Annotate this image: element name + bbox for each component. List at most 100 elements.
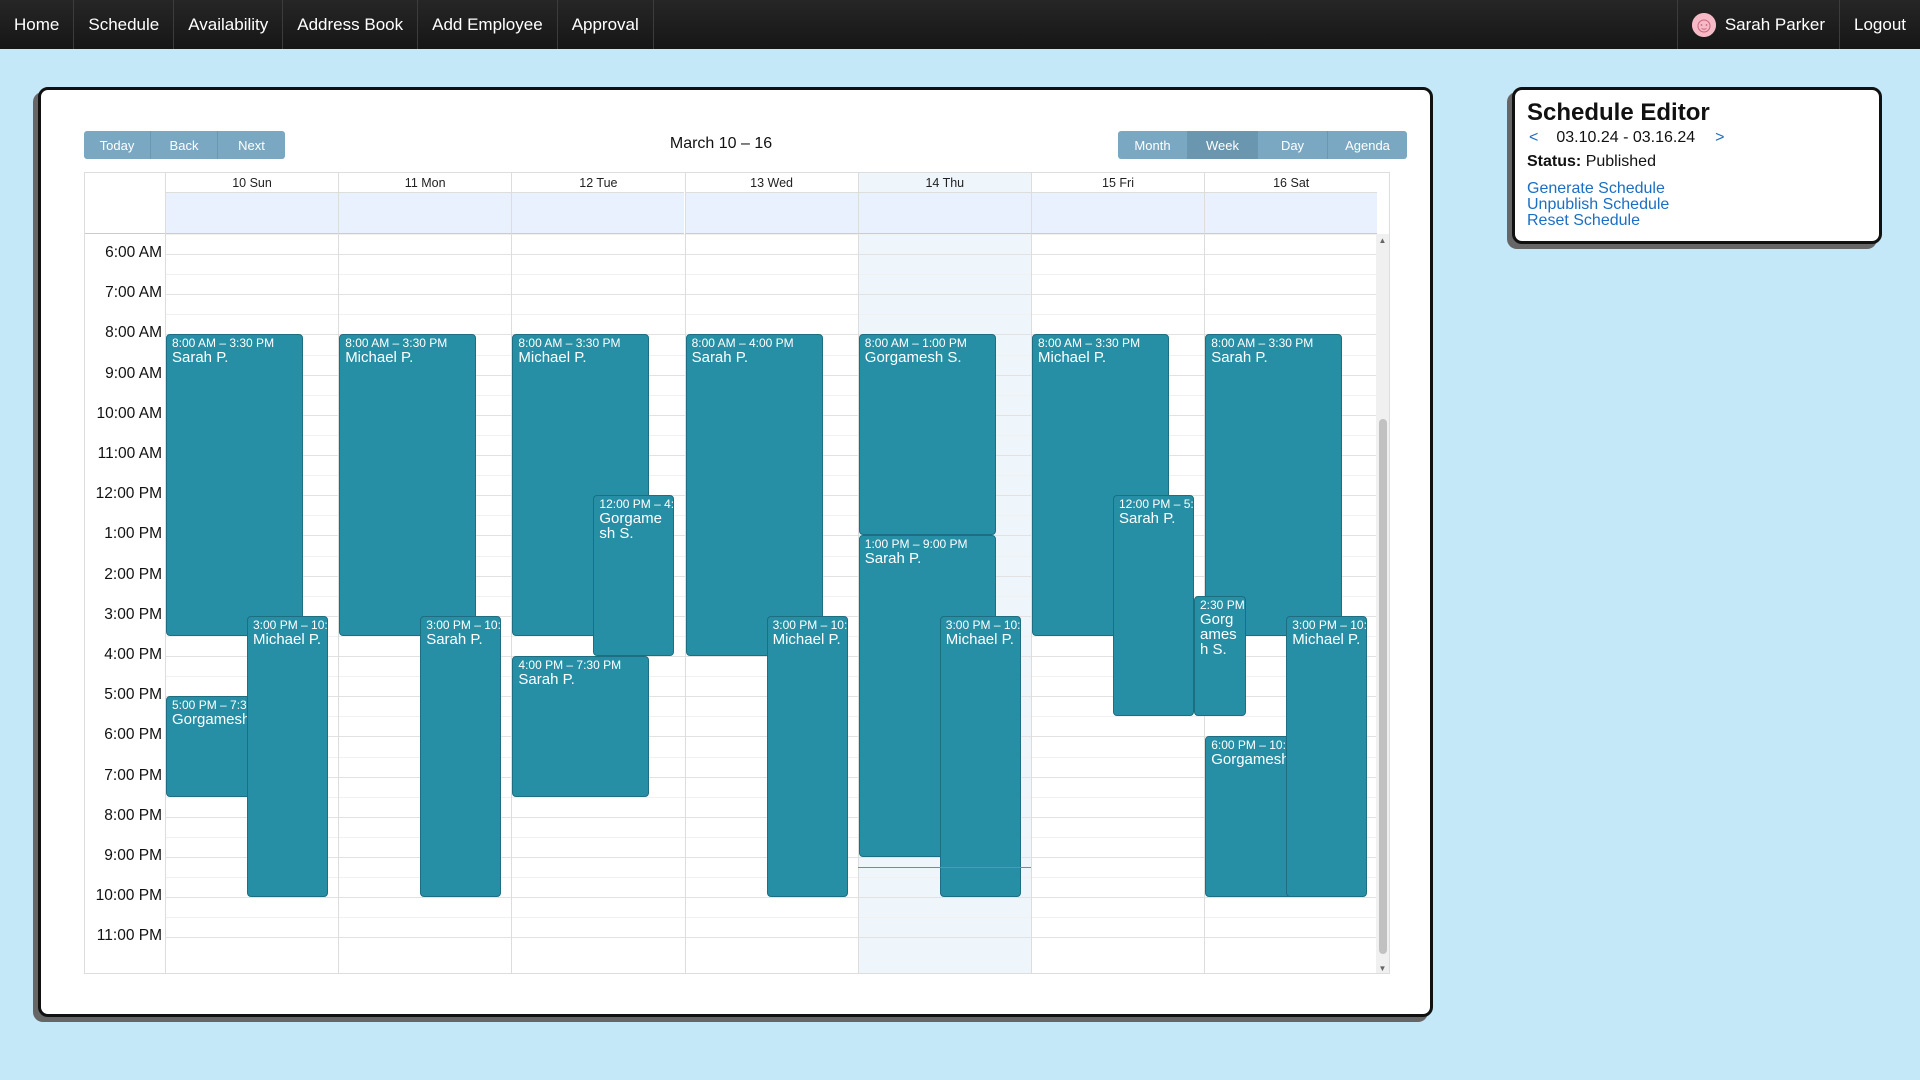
view-switcher: Month Week Day Agenda bbox=[1118, 131, 1407, 159]
half-hour-line bbox=[165, 233, 1378, 235]
day-header[interactable]: 11 Mon bbox=[338, 173, 512, 193]
event-title: Michael P. bbox=[518, 349, 587, 367]
day-header[interactable]: 15 Fri bbox=[1031, 173, 1204, 193]
day-header[interactable]: 14 Thu bbox=[857, 173, 1031, 193]
time-label: 9:00 AM bbox=[105, 364, 162, 382]
next-button[interactable]: Next bbox=[218, 131, 285, 159]
shift-event[interactable]: 8:00 AM – 4:00 PM Sarah P. bbox=[685, 334, 823, 656]
scroll-up-icon[interactable]: ▲ bbox=[1376, 236, 1389, 245]
reset-schedule-link[interactable]: Reset Schedule bbox=[1527, 213, 1867, 229]
shift-event[interactable]: 3:00 PM – 10:00 PMMichael P. bbox=[247, 615, 328, 898]
shift-event[interactable]: 8:00 AM – 3:30 PM Michael P. bbox=[339, 334, 477, 636]
nav-approval[interactable]: Approval bbox=[558, 0, 654, 49]
shift-event[interactable]: 8:00 AM – 1:00 PM Gorgamesh S. bbox=[858, 334, 996, 536]
current-time-indicator bbox=[857, 867, 1031, 869]
all-day-cell[interactable] bbox=[1031, 193, 1204, 234]
shift-event[interactable]: 3:00 PM – 10:00 PMMichael P. bbox=[1286, 615, 1368, 898]
event-title: Michael P. bbox=[945, 630, 1014, 648]
calendar-nav-buttons: Today Back Next bbox=[84, 131, 285, 159]
day-view-button[interactable]: Day bbox=[1258, 131, 1328, 159]
time-label: 11:00 AM bbox=[97, 445, 162, 462]
editor-title: Schedule Editor bbox=[1527, 99, 1710, 126]
nav-address-book[interactable]: Address Book bbox=[283, 0, 419, 49]
day-header[interactable]: 13 Wed bbox=[684, 173, 858, 193]
time-label: 1:00 PM bbox=[104, 525, 162, 543]
event-title: Sarah P. bbox=[864, 550, 922, 568]
event-title: Sarah P. bbox=[1119, 510, 1176, 528]
event-time: 2:30 PM – 5:30 PM bbox=[1200, 597, 1245, 612]
editor-actions: Generate Schedule Unpublish Schedule Res… bbox=[1527, 181, 1867, 229]
today-button[interactable]: Today bbox=[84, 131, 151, 159]
shift-event[interactable]: 3:00 PM – 10:00 PMMichael P. bbox=[939, 615, 1021, 898]
back-button[interactable]: Back bbox=[151, 131, 218, 159]
hour-line bbox=[165, 897, 1378, 899]
month-view-button[interactable]: Month bbox=[1118, 131, 1188, 159]
generate-schedule-link[interactable]: Generate Schedule bbox=[1527, 181, 1867, 197]
prev-week-button[interactable]: < bbox=[1527, 129, 1540, 147]
half-hour-line bbox=[165, 314, 1378, 316]
all-day-cell[interactable] bbox=[165, 193, 338, 234]
shift-event[interactable]: 3:00 PM – 10:00 PMSarah P. bbox=[420, 615, 502, 898]
all-day-cell[interactable] bbox=[511, 193, 685, 234]
half-hour-line bbox=[165, 274, 1378, 276]
nav-availability[interactable]: Availability bbox=[174, 0, 284, 49]
user-menu[interactable]: Sarah Parker bbox=[1676, 0, 1839, 49]
shift-event[interactable]: 8:00 AM – 3:30 PM Sarah P. bbox=[1205, 334, 1343, 636]
status-row: Status: Published bbox=[1527, 153, 1867, 171]
time-label: 3:00 PM bbox=[104, 605, 162, 623]
scroll-down-icon[interactable]: ▼ bbox=[1376, 964, 1389, 973]
all-day-cell[interactable] bbox=[1204, 193, 1378, 234]
time-grid[interactable]: 6:00 AM 7:00 AM 8:00 AM 9:00 AM 10:00 AM 11:0… bbox=[85, 233, 1379, 973]
half-hour-line bbox=[165, 917, 1378, 919]
nav-home[interactable]: Home bbox=[0, 0, 75, 49]
event-title: Michael P. bbox=[345, 349, 414, 367]
event-title: Gorgamesh S. bbox=[864, 349, 962, 367]
next-week-button[interactable]: > bbox=[1713, 129, 1726, 147]
hour-line bbox=[165, 294, 1378, 296]
nav-schedule[interactable]: Schedule bbox=[74, 0, 175, 49]
all-day-cell[interactable] bbox=[338, 193, 512, 234]
event-time: 3:00 PM – 10:00 PM bbox=[253, 617, 328, 632]
hour-line bbox=[165, 254, 1378, 255]
event-title: Michael P. bbox=[253, 630, 322, 648]
logout-link[interactable]: Logout bbox=[1839, 0, 1920, 49]
scroll-thumb[interactable] bbox=[1379, 419, 1387, 954]
week-navigator: < 03.10.24 - 03.16.24 > bbox=[1527, 129, 1867, 147]
header-corner bbox=[85, 173, 165, 234]
time-label: 11:00 PM bbox=[96, 927, 162, 945]
event-title: Sarah P. bbox=[426, 630, 483, 648]
shift-event[interactable]: 3:00 PM – 10:00 PMMichael P. bbox=[766, 615, 848, 898]
event-time: 3:00 PM – 10:00 PM bbox=[772, 617, 848, 632]
time-label: 9:00 PM bbox=[104, 847, 162, 864]
event-title: Sarah P. bbox=[1211, 349, 1268, 367]
week-range: 03.10.24 - 03.16.24 bbox=[1556, 129, 1696, 146]
nav-add-employee[interactable]: Add Employee bbox=[418, 0, 558, 49]
user-name: Sarah Parker bbox=[1724, 14, 1825, 34]
shift-event[interactable]: 4:00 PM – 7:30 PM Sarah P. bbox=[512, 656, 650, 797]
grid-scrollbar[interactable]: ▲ ▼ bbox=[1376, 234, 1389, 973]
day-header[interactable]: 10 Sun bbox=[165, 173, 338, 193]
time-label: 7:00 PM bbox=[104, 766, 162, 784]
event-title: Sarah P. bbox=[691, 349, 749, 367]
date-range-label: March 10 – 16 bbox=[669, 135, 773, 152]
day-header[interactable]: 12 Tue bbox=[511, 173, 685, 193]
shift-event[interactable]: 12:00 PM – 5:30 PMSarah P. bbox=[1113, 495, 1194, 717]
time-label: 6:00 AM bbox=[105, 244, 162, 261]
event-title: Michael P. bbox=[772, 630, 841, 648]
shift-event[interactable]: 2:30 PM – 5:30 PMGorgamesh S. bbox=[1194, 595, 1246, 717]
all-day-cell[interactable] bbox=[684, 193, 858, 234]
week-view-button[interactable]: Week bbox=[1188, 131, 1258, 159]
day-header[interactable]: 16 Sat bbox=[1204, 173, 1378, 193]
event-title: Michael P. bbox=[1038, 349, 1107, 367]
shift-event[interactable]: 12:00 PM – 4:00 PMGorgamesh S. bbox=[593, 495, 675, 656]
event-title: Gorgamesh S. bbox=[599, 510, 662, 543]
time-label: 10:00 AM bbox=[96, 404, 163, 422]
time-label: 6:00 PM bbox=[104, 726, 162, 744]
event-title: Gorgamesh S. bbox=[1200, 610, 1237, 658]
time-label: 7:00 AM bbox=[105, 284, 162, 302]
shift-event[interactable]: 8:00 AM – 3:30 PM Sarah P. bbox=[166, 334, 303, 636]
agenda-view-button[interactable]: Agenda bbox=[1328, 131, 1407, 159]
all-day-cell[interactable] bbox=[857, 193, 1031, 234]
unpublish-schedule-link[interactable]: Unpublish Schedule bbox=[1527, 197, 1867, 213]
time-label: 5:00 PM bbox=[104, 686, 162, 704]
